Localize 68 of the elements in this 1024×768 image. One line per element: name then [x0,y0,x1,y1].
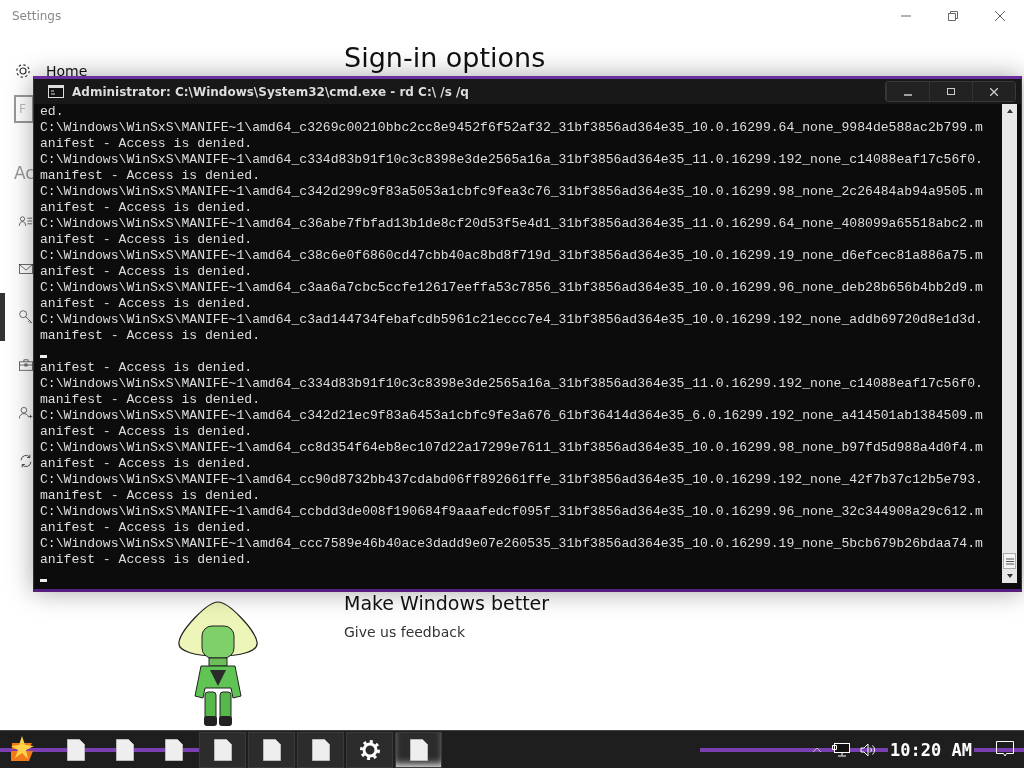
window-title: Settings [12,9,62,23]
console-line: C:\Windows\WinSxS\MANIFE~1\amd64_c334d83b91f10c3c8398e3de2565a16a_31bf3856ad364e35_11.0.16299.192_none_c14088eaf17c56f0. [40,152,983,168]
console-line: anifest - Access is denied. [40,456,253,472]
home-link[interactable]: Home [46,63,88,79]
console-line: C:\Windows\WinSxS\MANIFE~1\amd64_c3aa6a7cbc5ccfe12617eeffa53c7856_31bf3856ad364e35_10.0.16299.96_none_deb28b656b4bb2d9.m [40,280,983,296]
console-line: anifest - Access is denied. [40,232,253,248]
person-add-icon [19,404,33,422]
console-line: C:\Windows\WinSxS\MANIFE~1\amd64_ccc7589e46b40ace3dadd9e07e260535_31bf3856ad364e35_10.0.16299.19_none_5bcb679b26bdaa74.m [40,536,983,552]
network-icon[interactable] [832,742,851,757]
feedback-link[interactable]: Give us feedback [344,624,1024,640]
console-line: anifest - Access is denied. [40,424,253,440]
console-line: anifest - Access is denied. [40,552,253,568]
console-line: manifest - Access is denied. [40,328,260,344]
console-line: C:\Windows\WinSxS\MANIFE~1\amd64_c38c6e0f6860cd47cbb40ac8bd8f719d_31bf3856ad364e35_10.0.16299.19_none_d6efcec81a886a75.m [40,248,983,264]
contacts-icon [19,213,33,229]
briefcase-icon [19,357,33,373]
window-title: Administrator: C:\Windows\System32\cmd.exe - rd C:\ /s /q [72,84,469,99]
close-button[interactable] [972,82,1015,101]
document-icon [262,738,281,761]
scrollbar[interactable] [1002,104,1017,583]
text-cursor [40,354,47,358]
console-line: anifest - Access is denied. [40,520,253,536]
console-line: C:\Windows\WinSxS\MANIFE~1\amd64_c3ad144734febafcdb5961c21eccc7e4_31bf3856ad364e35_10.0.16299.192_none_addb69720d8e1d3d. [40,312,983,328]
taskbar-button[interactable] [248,731,295,768]
taskbar-button[interactable] [346,731,393,768]
console-line: manifest - Access is denied. [40,168,260,184]
console-line: C:\Windows\WinSxS\MANIFE~1\amd64_ccbdd3de008f190684f9aaafedcf095f_31bf3856ad364e35_10.0.16299.96_none_32c344908a29c612.m [40,504,983,520]
taskbar-button[interactable] [297,731,344,768]
console-line: anifest - Access is denied. [40,200,253,216]
close-icon [990,87,998,96]
section-title: Make Windows better [344,592,551,614]
section-heading: Ac [14,163,35,183]
document-icon [164,738,183,761]
taskbar-button[interactable] [199,731,246,768]
console-icon [48,85,64,98]
taskbar-button[interactable] [395,731,442,768]
maximize-icon [947,87,955,96]
console-line: C:\Windows\WinSxS\MANIFE~1\amd64_c3269c00210bbc2cc8e9452f6f52af32_31bf3856ad364e35_10.0.16299.64_none_9984de588ac2b799.m [40,120,983,136]
console-line: anifest - Access is denied. [40,360,253,376]
restore-icon[interactable] [947,10,959,22]
console-line: C:\Windows\WinSxS\MANIFE~1\amd64_c342d299c9f83a5053a1cbfc9fea3c76_31bf3856ad364e35_10.0.16299.98_none_2c26484ab94a9505.m [40,184,983,200]
caret-up-icon[interactable] [812,746,823,753]
console-line: C:\Windows\WinSxS\MANIFE~1\amd64_cc8d354f64eb8ec107d22a17299e7611_31bf3856ad364e35_10.0.16299.98_none_b97fd5d988a4d0f4.m [40,440,983,456]
gear-icon [359,739,380,760]
maximize-button[interactable] [929,82,972,101]
settings-icon[interactable] [14,62,32,80]
minimize-icon [904,93,912,96]
console-line: manifest - Access is denied. [40,392,260,408]
document-icon [409,738,428,761]
text-cursor [40,578,47,582]
page-heading: Sign-in options [344,42,546,74]
document-icon [66,738,85,761]
document-icon [115,738,134,761]
notification-icon[interactable] [996,741,1014,758]
document-icon [311,738,330,761]
console-line: manifest - Access is denied. [40,488,260,504]
console-line: ed. [40,104,64,120]
console-line: anifest - Access is denied. [40,264,253,280]
console-line: C:\Windows\WinSxS\MANIFE~1\amd64_c342d21ec9f83a6453a1cbfc9fe3a676_61bf36414d364e35_6.0.16299.192_none_a414501ab1384509.m [40,408,983,424]
close-icon[interactable] [994,10,1006,22]
mail-icon [19,262,33,276]
console-line: C:\Windows\WinSxS\MANIFE~1\amd64_c36abe7fbfad13b1de8cf20d53f5e4d1_31bf3856ad364e35_11.0.16299.64_none_408099a65518abc2.m [40,216,983,232]
console-line: C:\Windows\WinSxS\MANIFE~1\amd64_cc90d8732bb437cdabd06ff892661ffe_31bf3856ad364e35_10.0.16299.192_none_42f7b37c12b5e793. [40,472,983,488]
scroll-thumb[interactable] [1003,553,1017,569]
console-line: C:\Windows\WinSxS\MANIFE~1\amd64_c334d83b91f10c3c8398e3de2565a16a_31bf3856ad364e35_11.0.16299.192_none_c14088eaf17c56f0. [40,376,983,392]
console-line: anifest - Access is denied. [40,296,253,312]
document-icon [213,738,232,761]
console-line: anifest - Access is denied. [40,136,253,152]
